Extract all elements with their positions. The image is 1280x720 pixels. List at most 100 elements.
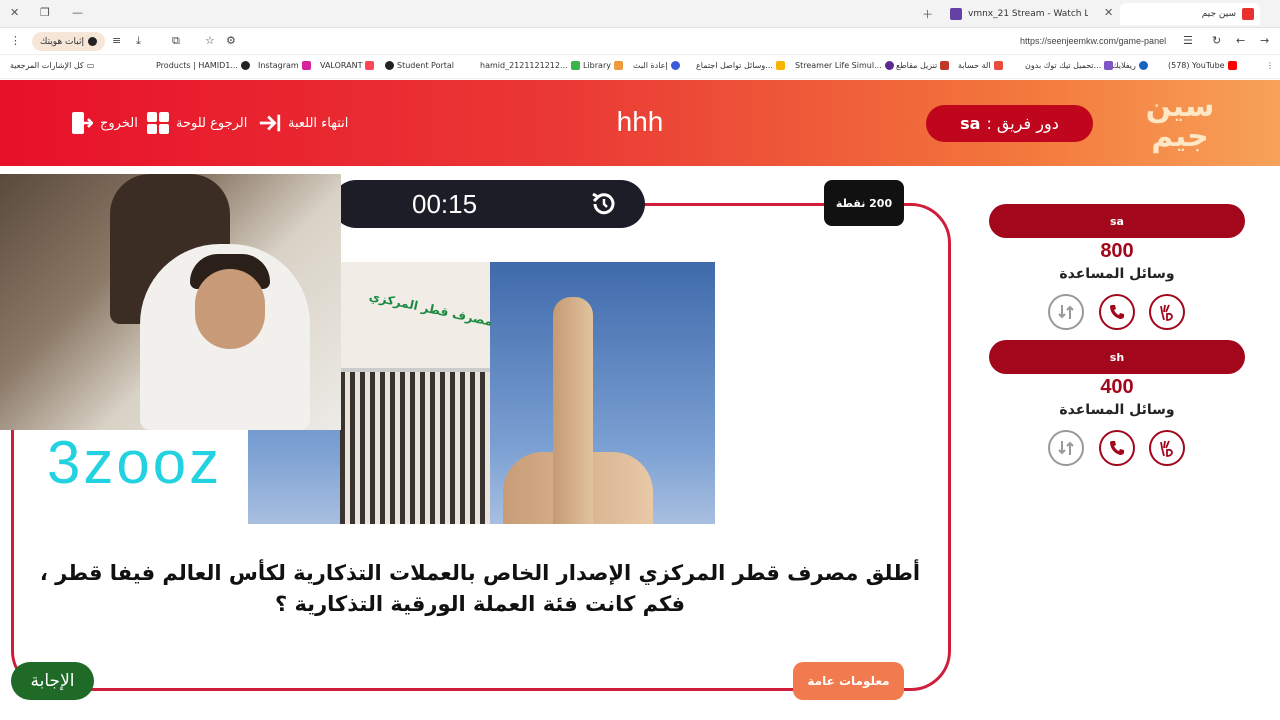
call-friend-icon[interactable]	[1099, 430, 1135, 466]
logout-icon	[70, 111, 94, 135]
team-score: 400	[1100, 376, 1134, 398]
new-tab-icon[interactable]: ＋	[922, 6, 933, 22]
bookmark-item[interactable]: Products | HAMID1...	[156, 61, 250, 70]
close-tab-icon[interactable]: ✕	[1104, 6, 1113, 19]
bookmark-label: تحميل تيك توك بدون...	[1025, 61, 1102, 70]
bookmark-label: Products | HAMID1...	[156, 61, 238, 70]
bookmark-icon	[613, 61, 623, 70]
tab-seenjeem[interactable]: سين جيم	[1120, 3, 1260, 25]
bookmarks-bar: كل الإشارات المرجعية ▭ Products | HAMID1.…	[0, 55, 1280, 79]
back-to-board-button[interactable]: الرجوع للوحة	[146, 110, 247, 136]
watermark-text: 3zooz	[47, 429, 223, 496]
bookmark-label: الة حسابة	[958, 61, 991, 70]
bookmark-icon	[993, 61, 1003, 70]
media-icon[interactable]: ≡	[112, 34, 121, 47]
swap-question-icon[interactable]	[1048, 294, 1084, 330]
seenjeem-logo: سين جيم	[1145, 89, 1215, 154]
bookmark-item[interactable]: ريفلايك	[1112, 61, 1148, 70]
browser-tab-bar: ✕ ❐ — ＋ vmnx_21 Stream - Watch Live o ✕ …	[0, 0, 1280, 28]
bookmark-icon	[940, 61, 950, 70]
bookmark-item[interactable]: وسائل تواصل اجتماع...	[696, 61, 785, 70]
download-icon[interactable]: ⤓	[136, 34, 141, 48]
bookmark-label: Library	[583, 61, 611, 70]
helps-label: وسائل المساعدة	[1059, 402, 1175, 418]
bookmark-label: Streamer Life Simul...	[795, 61, 882, 70]
seenjeem-favicon-icon	[1242, 8, 1254, 20]
turn-label: دور فريق :	[986, 114, 1059, 133]
bookmark-label: hamid_2121121212...	[480, 61, 568, 70]
instagram-icon	[301, 61, 311, 70]
valorant-icon	[365, 61, 375, 70]
bookmark-item[interactable]: إعادة البث	[633, 61, 680, 70]
record-label: إثبات هويتك	[40, 36, 84, 47]
minimize-window-icon[interactable]: —	[72, 6, 83, 19]
bookmark-item[interactable]: hamid_2121121212...	[480, 61, 580, 70]
answer-button[interactable]: الإجابة	[11, 662, 94, 700]
bookmark-item[interactable]: Instagram	[258, 61, 311, 70]
bookmark-item[interactable]: تحميل تيك توك بدون...	[1025, 61, 1114, 70]
question-text: أطلق مصرف قطر المركزي الإصدار الخاص بالع…	[25, 558, 935, 620]
bookmark-icon	[775, 61, 785, 70]
image-minaret	[553, 297, 593, 524]
bookmark-label: Student Portal	[397, 61, 455, 70]
bookmark-icon	[385, 61, 394, 70]
bookmark-label: إعادة البث	[633, 61, 668, 70]
bookmark-icon	[240, 61, 250, 70]
tab-label: vmnx_21 Stream - Watch Live o	[968, 9, 1088, 19]
star-icon[interactable]: ☆	[205, 34, 215, 47]
record-dot-icon	[88, 37, 97, 46]
bookmark-label: ريفلايك	[1112, 61, 1136, 70]
swap-question-icon[interactable]	[1048, 430, 1084, 466]
call-friend-icon[interactable]	[1099, 294, 1135, 330]
reload-icon[interactable]: ↻	[1212, 34, 1221, 47]
menu-dots-icon[interactable]: ⋮	[10, 34, 21, 47]
question-line: فكم كانت فئة العملة الورقية التذكارية ؟	[274, 592, 686, 616]
exit-button[interactable]: الخروج	[70, 110, 138, 136]
reset-timer-icon[interactable]	[590, 190, 618, 218]
youtube-icon	[1227, 61, 1237, 70]
game-header: سين جيم دور فريق : sa hhh انتهاء اللعبة …	[0, 80, 1280, 166]
close-window-icon[interactable]: ✕	[10, 6, 19, 19]
bookmark-all[interactable]: كل الإشارات المرجعية ▭	[10, 61, 94, 70]
team-turn-badge: دور فريق : sa	[926, 105, 1093, 142]
timer-bar: 00:15	[332, 180, 645, 228]
bookmark-icon	[1138, 61, 1148, 70]
bookmark-icon	[884, 61, 894, 70]
grid-icon	[146, 111, 170, 135]
bookmark-item[interactable]: تنزيل مقاطع	[896, 61, 950, 70]
restore-window-icon[interactable]: ❐	[40, 6, 50, 19]
tab-stream[interactable]: vmnx_21 Stream - Watch Live o	[944, 3, 1094, 25]
webcam-face	[195, 269, 265, 349]
two-answers-icon[interactable]	[1149, 294, 1185, 330]
bookmark-item[interactable]: (578) YouTube	[1168, 61, 1237, 70]
bookmarks-overflow-icon[interactable]: ⋮	[1266, 61, 1274, 70]
bookmark-label: تنزيل مقاطع	[896, 61, 938, 70]
exit-arrow-icon	[258, 111, 282, 135]
twitch-icon	[950, 8, 962, 20]
two-answers-icon[interactable]	[1149, 430, 1185, 466]
category-badge: معلومات عامة	[793, 662, 904, 700]
exit-label: الخروج	[100, 115, 138, 131]
folder-icon: ▭	[86, 61, 95, 70]
bookmark-icon	[570, 61, 580, 70]
bookmark-item[interactable]: Library	[583, 61, 623, 70]
address-bar: ⋮ إثبات هويتك ≡ ⤓ ⧉ ☆ ⚙ https://seenjeem…	[0, 28, 1280, 55]
forward-icon[interactable]: ←	[1236, 34, 1245, 47]
back-icon[interactable]: →	[1260, 34, 1269, 47]
extensions-icon[interactable]: ⧉	[172, 34, 180, 48]
team-name-pill: sa	[989, 204, 1245, 238]
bookmark-label: (578) YouTube	[1168, 61, 1225, 70]
url-field[interactable]: https://seenjeemkw.com/game-panel	[1020, 36, 1166, 46]
helps-label: وسائل المساعدة	[1059, 266, 1175, 282]
end-game-button[interactable]: انتهاء اللعبة	[258, 110, 348, 136]
bookmark-item[interactable]: الة حسابة	[958, 61, 1003, 70]
webcam-overlay	[0, 174, 341, 430]
bookmark-item[interactable]: Student Portal	[385, 61, 454, 70]
bookmark-item[interactable]: VALORANT	[320, 61, 375, 70]
bookmark-item[interactable]: Streamer Life Simul...	[795, 61, 894, 70]
tune-icon[interactable]: ☰	[1183, 34, 1193, 47]
record-button[interactable]: إثبات هويتك	[32, 32, 105, 51]
bookmark-label: VALORANT	[320, 61, 363, 70]
tab-label: سين جيم	[1201, 9, 1236, 19]
site-settings-icon[interactable]: ⚙	[226, 34, 236, 47]
